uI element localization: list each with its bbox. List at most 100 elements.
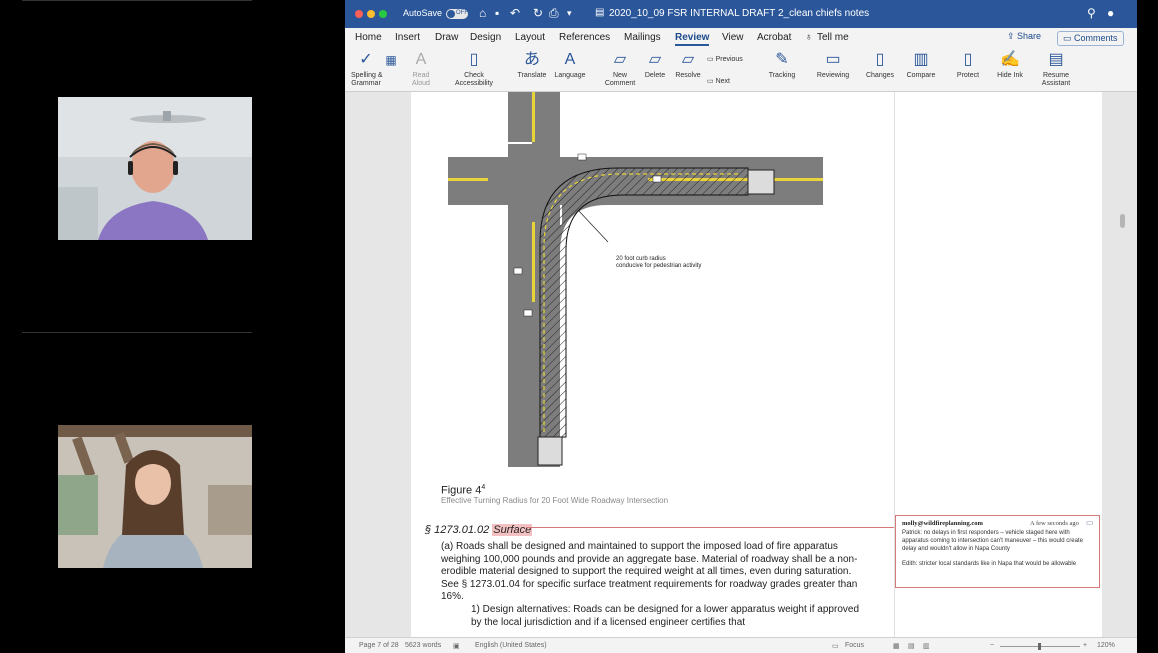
ribbon-tabs: Home Insert Draw Design Layout Reference…: [345, 28, 1137, 48]
zoom-slider-knob[interactable]: [1038, 643, 1041, 650]
zoom-out-icon[interactable]: −: [990, 642, 994, 649]
participant-video-2[interactable]: [58, 425, 252, 568]
center-line-south: [532, 222, 535, 302]
comments-button[interactable]: ▭ Comments: [1057, 31, 1124, 46]
language-status[interactable]: English (United States): [475, 642, 547, 649]
resolve-button[interactable]: ▱ Resolve: [672, 50, 704, 80]
fire-apparatus-vehicle: [537, 436, 563, 466]
scrollbar-thumb[interactable]: [1120, 214, 1125, 228]
hide-ink-button[interactable]: ✍ Hide Ink: [993, 50, 1027, 80]
minimize-window-button[interactable]: [367, 10, 375, 18]
search-icon[interactable]: ⚲: [1087, 6, 1096, 20]
swept-path: [539, 167, 749, 438]
protect-button[interactable]: ▯ Protect: [951, 50, 985, 80]
compare-button[interactable]: ▥ Compare: [901, 50, 941, 80]
document-icon: ▤: [595, 7, 605, 18]
tab-mailings[interactable]: Mailings: [624, 32, 661, 43]
tab-acrobat[interactable]: Acrobat: [757, 32, 791, 43]
comment-icon: ▭: [1063, 33, 1075, 43]
tab-insert[interactable]: Insert: [395, 32, 420, 43]
check-accessibility-button[interactable]: ▯ Check Accessibility: [453, 50, 495, 88]
share-button[interactable]: ⇪ Share: [1003, 31, 1045, 46]
tab-home[interactable]: Home: [355, 32, 382, 43]
figure-caption-footnote: 4: [481, 484, 486, 491]
tab-layout[interactable]: Layout: [515, 32, 545, 43]
print-layout-icon[interactable]: ▦: [893, 642, 900, 650]
word-count-icon: ▦: [385, 53, 397, 67]
changes-button[interactable]: ▯ Changes: [863, 50, 897, 80]
comment-menu-icon[interactable]: ▭: [1086, 518, 1094, 527]
next-icon: ▭: [707, 78, 716, 85]
home-icon[interactable]: ⌂: [479, 6, 486, 20]
tracking-button[interactable]: ✎ Tracking: [765, 50, 799, 80]
next-comment-button[interactable]: ▭ Next: [707, 77, 730, 85]
document-page[interactable]: 20 foot curb radius conducive for pedest…: [411, 92, 894, 637]
read-aloud-button[interactable]: A Read Aloud: [407, 50, 435, 88]
proofing-icon[interactable]: ▣: [453, 642, 460, 650]
tab-review[interactable]: Review: [675, 32, 710, 46]
tab-references[interactable]: References: [559, 32, 610, 43]
read-aloud-icon: A: [415, 51, 427, 68]
review-ribbon: ✓ Spelling & Grammar ▦ A Read Aloud ▯ Ch…: [345, 48, 1137, 92]
close-window-button[interactable]: [355, 10, 363, 18]
figure-annotation: 20 foot curb radius conducive for pedest…: [616, 256, 702, 269]
new-comment-button[interactable]: ▱ New Comment: [603, 50, 637, 88]
tracking-icon: ✎: [775, 51, 789, 68]
save-icon[interactable]: ▪: [495, 6, 499, 20]
marker: [577, 153, 587, 161]
vertical-scrollbar[interactable]: [1118, 92, 1128, 637]
word-count-button[interactable]: ▦: [381, 50, 397, 72]
delete-comment-button[interactable]: ▱ Delete: [641, 50, 669, 80]
language-button[interactable]: A Language: [550, 50, 590, 80]
comments-label: Comments: [1074, 33, 1118, 43]
print-icon[interactable]: ⎙: [549, 6, 559, 21]
annotation-leader: [577, 209, 609, 243]
marker: [652, 175, 662, 183]
undo-icon[interactable]: ↶: [510, 6, 520, 20]
tell-me-search[interactable]: Tell me: [817, 32, 849, 43]
previous-comment-button[interactable]: ▭ Previous: [707, 55, 743, 63]
focus-button[interactable]: Focus: [845, 642, 864, 649]
focus-icon: ▭: [832, 643, 839, 650]
new-comment-icon: ▱: [613, 51, 627, 68]
tab-view[interactable]: View: [722, 32, 744, 43]
section-title-commented[interactable]: Surface: [492, 524, 533, 536]
resume-assistant-label: Resume Assistant: [1041, 72, 1071, 87]
participant-video-1[interactable]: [58, 97, 252, 240]
web-layout-icon[interactable]: ▤: [908, 642, 915, 650]
autosave-toggle[interactable]: OFF: [446, 9, 468, 19]
document-area: 20 foot curb radius conducive for pedest…: [345, 92, 1137, 637]
center-line-north: [532, 92, 535, 142]
intersection-turning-radius-figure: [448, 92, 823, 467]
tab-draw[interactable]: Draw: [435, 32, 458, 43]
translate-icon: あ: [523, 51, 540, 68]
zoom-window-button[interactable]: [379, 10, 387, 18]
share-label: Share: [1017, 31, 1042, 41]
new-comment-label: New Comment: [604, 72, 636, 87]
section-number: § 1273.01.02: [425, 524, 490, 536]
stop-bar: [508, 142, 532, 144]
redo-icon[interactable]: ↻: [533, 6, 543, 20]
page-indicator[interactable]: Page 7 of 28: [359, 642, 399, 649]
paragraph-1: 1) Design alternatives: Roads can be des…: [471, 604, 860, 628]
changes-label: Changes: [865, 72, 895, 79]
tab-design[interactable]: Design: [470, 32, 501, 43]
figure-caption: Figure 44: [441, 484, 486, 497]
translate-button[interactable]: あ Translate: [515, 50, 549, 80]
resume-assistant-icon: ▤: [1048, 51, 1064, 68]
customize-icon[interactable]: ▾: [567, 8, 572, 19]
spelling-grammar-button[interactable]: ✓ Spelling & Grammar: [351, 50, 383, 88]
resume-assistant-button[interactable]: ▤ Resume Assistant: [1035, 50, 1077, 88]
reviewing-button[interactable]: ▭ Reviewing: [813, 50, 853, 80]
account-icon[interactable]: ●: [1107, 6, 1114, 20]
comment-card[interactable]: molly@wildfireplanning.com A few seconds…: [895, 515, 1100, 588]
fire-apparatus-vehicle: [747, 169, 775, 195]
read-mode-icon[interactable]: ▥: [923, 642, 930, 650]
zoom-in-icon[interactable]: +: [1083, 642, 1087, 649]
previous-icon: ▭: [707, 56, 716, 63]
figure-subtitle: Effective Turning Radius for 20 Foot Wid…: [441, 496, 669, 505]
accessibility-icon: ▯: [469, 51, 479, 68]
autosave-label: AutoSave: [403, 8, 443, 18]
word-count[interactable]: 5623 words: [405, 642, 441, 649]
zoom-level[interactable]: 120%: [1097, 642, 1115, 649]
